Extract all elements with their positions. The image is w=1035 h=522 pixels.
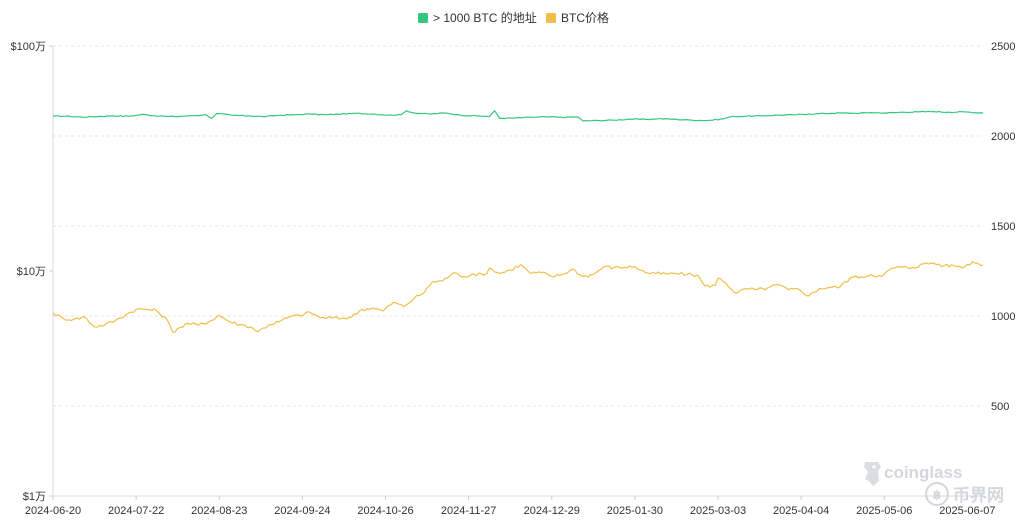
x-tick-label: 2025-01-30 [607,505,663,517]
x-tick-label: 2024-09-24 [274,505,330,517]
x-tick-label: 2024-12-29 [524,505,580,517]
x-tick-label: 2025-04-04 [773,505,829,517]
y-right-tick-label: 2000 [991,131,1015,143]
x-axis-ticks: 2024-06-20 2024-07-22 2024-08-23 2024-09-24… [25,496,996,517]
y-right-tick-label: 500 [991,401,1009,413]
y-axis-left-ticks: $1万 $10万 $100万 [11,41,53,503]
x-tick-label: 2024-07-22 [108,505,164,517]
y-left-tick-label: $1万 [23,491,46,503]
legend-swatch-large-holder-addresses [418,13,428,23]
x-tick-label: 2024-08-23 [191,505,247,517]
legend-swatch-btc-price [546,13,556,23]
y-left-tick-label: $100万 [11,41,46,53]
x-tick-label: 2025-06-07 [939,505,995,517]
series-layer [52,110,984,333]
grid [53,45,983,407]
y-right-tick-label: 1500 [991,221,1015,233]
y-left-tick-label: $10万 [17,266,46,278]
x-tick-label: 2024-10-26 [357,505,413,517]
coinglass-watermark: coinglass [864,462,962,486]
legend-label-btc-price: BTC价格 [561,10,609,25]
legend-label-large-holder-addresses: > 1000 BTC 的地址 [433,10,537,25]
x-tick-label: 2024-11-27 [441,505,496,517]
chart: 2024-06-20 2024-07-22 2024-08-23 2024-09-24… [11,10,1016,517]
series-line-large-holder-addresses [52,110,984,122]
legend: > 1000 BTC 的地址 BTC价格 [418,10,609,25]
y-right-tick-label: 2500 [991,41,1015,53]
site-watermark: ฿ 币界网 [925,482,1004,506]
x-tick-label: 2025-03-03 [690,505,746,517]
coinglass-watermark-text: coinglass [884,463,962,482]
y-axis-right-ticks: 500 1000 1500 2000 2500 [991,41,1015,413]
site-watermark-text: 币界网 [953,486,1004,505]
x-tick-label: 2024-06-20 [25,505,81,517]
coinglass-logo-icon [864,462,881,486]
y-right-tick-label: 1000 [991,311,1015,323]
bitcoin-coin-icon: ฿ [925,482,949,506]
series-line-btc-price [52,261,984,333]
x-tick-label: 2025-05-06 [856,505,912,517]
svg-text:฿: ฿ [933,488,941,502]
